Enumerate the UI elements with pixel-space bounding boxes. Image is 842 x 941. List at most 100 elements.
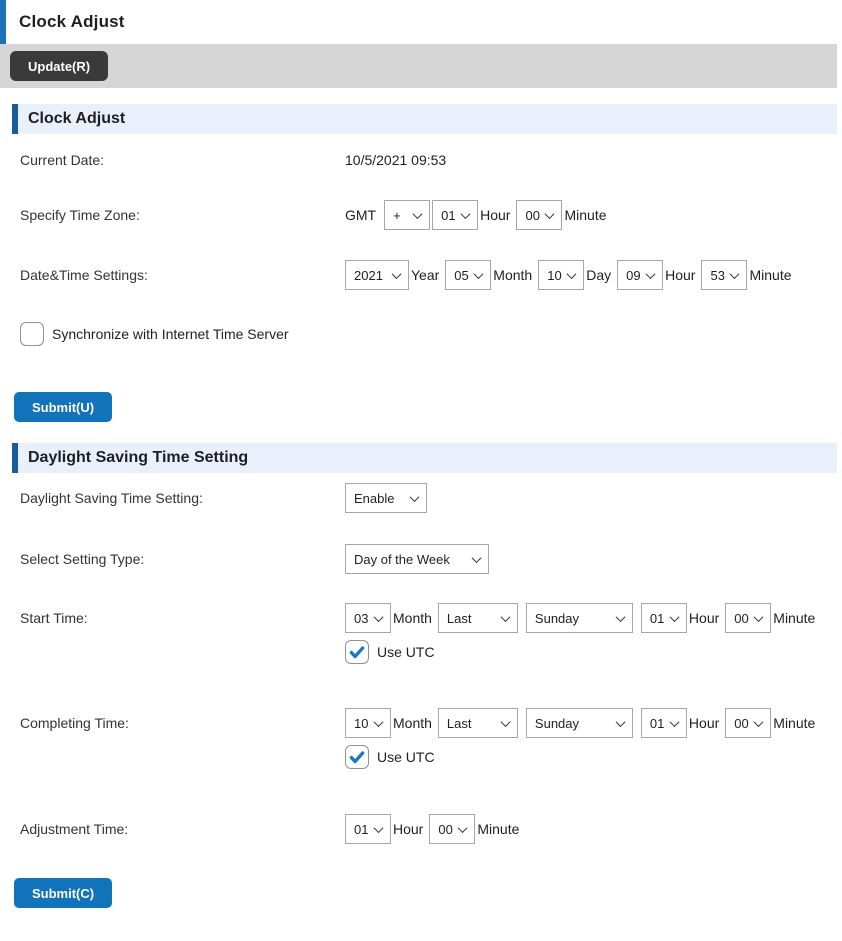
sync-checkbox[interactable]: [20, 322, 44, 346]
select-value: Last: [447, 716, 472, 731]
minute-unit-label: Minute: [564, 207, 606, 223]
adjustment-minute-select[interactable]: 00: [429, 814, 475, 844]
day-select[interactable]: 10: [538, 260, 584, 290]
check-icon: [348, 748, 366, 766]
select-value: Sunday: [535, 716, 579, 731]
year-unit-label: Year: [411, 267, 439, 283]
completing-use-utc-checkbox[interactable]: [345, 745, 369, 769]
submit-clock-button[interactable]: Submit(U): [14, 392, 112, 422]
hour-unit-label: Hour: [689, 715, 719, 731]
select-value: 10: [354, 716, 368, 731]
completing-time-label: Completing Time:: [20, 708, 345, 732]
minute-unit-label: Minute: [773, 610, 815, 626]
start-week-select[interactable]: Last: [438, 603, 518, 633]
gmt-prefix: GMT: [345, 207, 376, 223]
current-date-label: Current Date:: [20, 152, 345, 169]
sync-checkbox-label: Synchronize with Internet Time Server: [52, 326, 289, 342]
timezone-label: Specify Time Zone:: [20, 200, 345, 224]
select-value: Sunday: [535, 611, 579, 626]
select-value: 01: [441, 208, 455, 223]
select-value: 01: [650, 716, 664, 731]
chevron-down-icon: [567, 269, 577, 279]
check-icon: [348, 643, 366, 661]
minute-unit-label: Minute: [477, 821, 519, 837]
start-utc-row: Use UTC: [345, 638, 435, 666]
start-time-label: Start Time:: [20, 603, 345, 627]
toolbar: Update(R): [0, 44, 837, 88]
timezone-row: Specify Time Zone: GMT + 01 Hour 00 Minu…: [20, 200, 842, 230]
setting-type-select[interactable]: Day of the Week: [345, 544, 489, 574]
month-unit-label: Month: [393, 715, 432, 731]
completing-weekday-select[interactable]: Sunday: [526, 708, 633, 738]
section-header-clock-adjust: Clock Adjust: [12, 104, 837, 134]
page-title: Clock Adjust: [19, 12, 125, 32]
chevron-down-icon: [500, 612, 510, 622]
start-weekday-select[interactable]: Sunday: [526, 603, 633, 633]
chevron-down-icon: [374, 612, 384, 622]
select-value: 00: [525, 208, 539, 223]
dst-setting-label: Daylight Saving Time Setting:: [20, 483, 345, 507]
select-value: 05: [454, 268, 468, 283]
day-unit-label: Day: [586, 267, 611, 283]
select-value: Enable: [354, 491, 394, 506]
clock-adjust-section: Clock Adjust Current Date: 10/5/2021 09:…: [0, 104, 842, 422]
adjustment-hour-select[interactable]: 01: [345, 814, 391, 844]
completing-hour-select[interactable]: 01: [641, 708, 687, 738]
completing-minute-select[interactable]: 00: [725, 708, 771, 738]
datetime-settings-row: Date&Time Settings: 2021 Year 05 Month 1…: [20, 260, 842, 290]
select-value: Day of the Week: [354, 552, 450, 567]
update-button[interactable]: Update(R): [10, 51, 108, 81]
setting-type-label: Select Setting Type:: [20, 544, 345, 568]
timezone-hour-select[interactable]: 01: [432, 200, 478, 230]
dst-enable-select[interactable]: Enable: [345, 483, 427, 513]
use-utc-label: Use UTC: [377, 644, 435, 660]
completing-time-row: Completing Time: 10 Month Last Sunday: [20, 708, 842, 771]
start-hour-select[interactable]: 01: [641, 603, 687, 633]
start-minute-select[interactable]: 00: [725, 603, 771, 633]
chevron-down-icon: [615, 612, 625, 622]
completing-week-select[interactable]: Last: [438, 708, 518, 738]
select-value: 00: [734, 716, 748, 731]
hour-unit-label: Hour: [480, 207, 510, 223]
chevron-down-icon: [669, 612, 679, 622]
select-value: 10: [547, 268, 561, 283]
select-value: 01: [650, 611, 664, 626]
minute-select[interactable]: 53: [701, 260, 747, 290]
current-date-row: Current Date: 10/5/2021 09:53: [20, 148, 842, 172]
hour-unit-label: Hour: [393, 821, 423, 837]
minute-unit-label: Minute: [773, 715, 815, 731]
select-value: +: [393, 208, 401, 223]
start-month-select[interactable]: 03: [345, 603, 391, 633]
year-select[interactable]: 2021: [345, 260, 409, 290]
chevron-down-icon: [730, 269, 740, 279]
month-unit-label: Month: [393, 610, 432, 626]
submit-dst-button[interactable]: Submit(C): [14, 878, 112, 908]
daylight-saving-section: Daylight Saving Time Setting Daylight Sa…: [0, 443, 842, 908]
chevron-down-icon: [646, 269, 656, 279]
chevron-down-icon: [392, 269, 402, 279]
month-select[interactable]: 05: [445, 260, 491, 290]
hour-select[interactable]: 09: [617, 260, 663, 290]
chevron-down-icon: [472, 553, 482, 563]
chevron-down-icon: [615, 717, 625, 727]
use-utc-label: Use UTC: [377, 749, 435, 765]
timezone-sign-select[interactable]: +: [384, 200, 430, 230]
hour-unit-label: Hour: [689, 610, 719, 626]
timezone-minute-select[interactable]: 00: [516, 200, 562, 230]
select-value: 00: [438, 822, 452, 837]
sync-checkbox-row: Synchronize with Internet Time Server: [20, 322, 842, 346]
page-header: Clock Adjust: [0, 0, 842, 44]
chevron-down-icon: [669, 717, 679, 727]
chevron-down-icon: [374, 717, 384, 727]
select-value: Last: [447, 611, 472, 626]
chevron-down-icon: [474, 269, 484, 279]
chevron-down-icon: [545, 209, 555, 219]
select-value: 03: [354, 611, 368, 626]
select-value: 09: [626, 268, 640, 283]
start-use-utc-checkbox[interactable]: [345, 640, 369, 664]
completing-month-select[interactable]: 10: [345, 708, 391, 738]
adjustment-time-label: Adjustment Time:: [20, 814, 345, 838]
current-date-value: 10/5/2021 09:53: [345, 152, 446, 169]
chevron-down-icon: [413, 209, 423, 219]
dst-setting-row: Daylight Saving Time Setting: Enable: [20, 483, 842, 513]
